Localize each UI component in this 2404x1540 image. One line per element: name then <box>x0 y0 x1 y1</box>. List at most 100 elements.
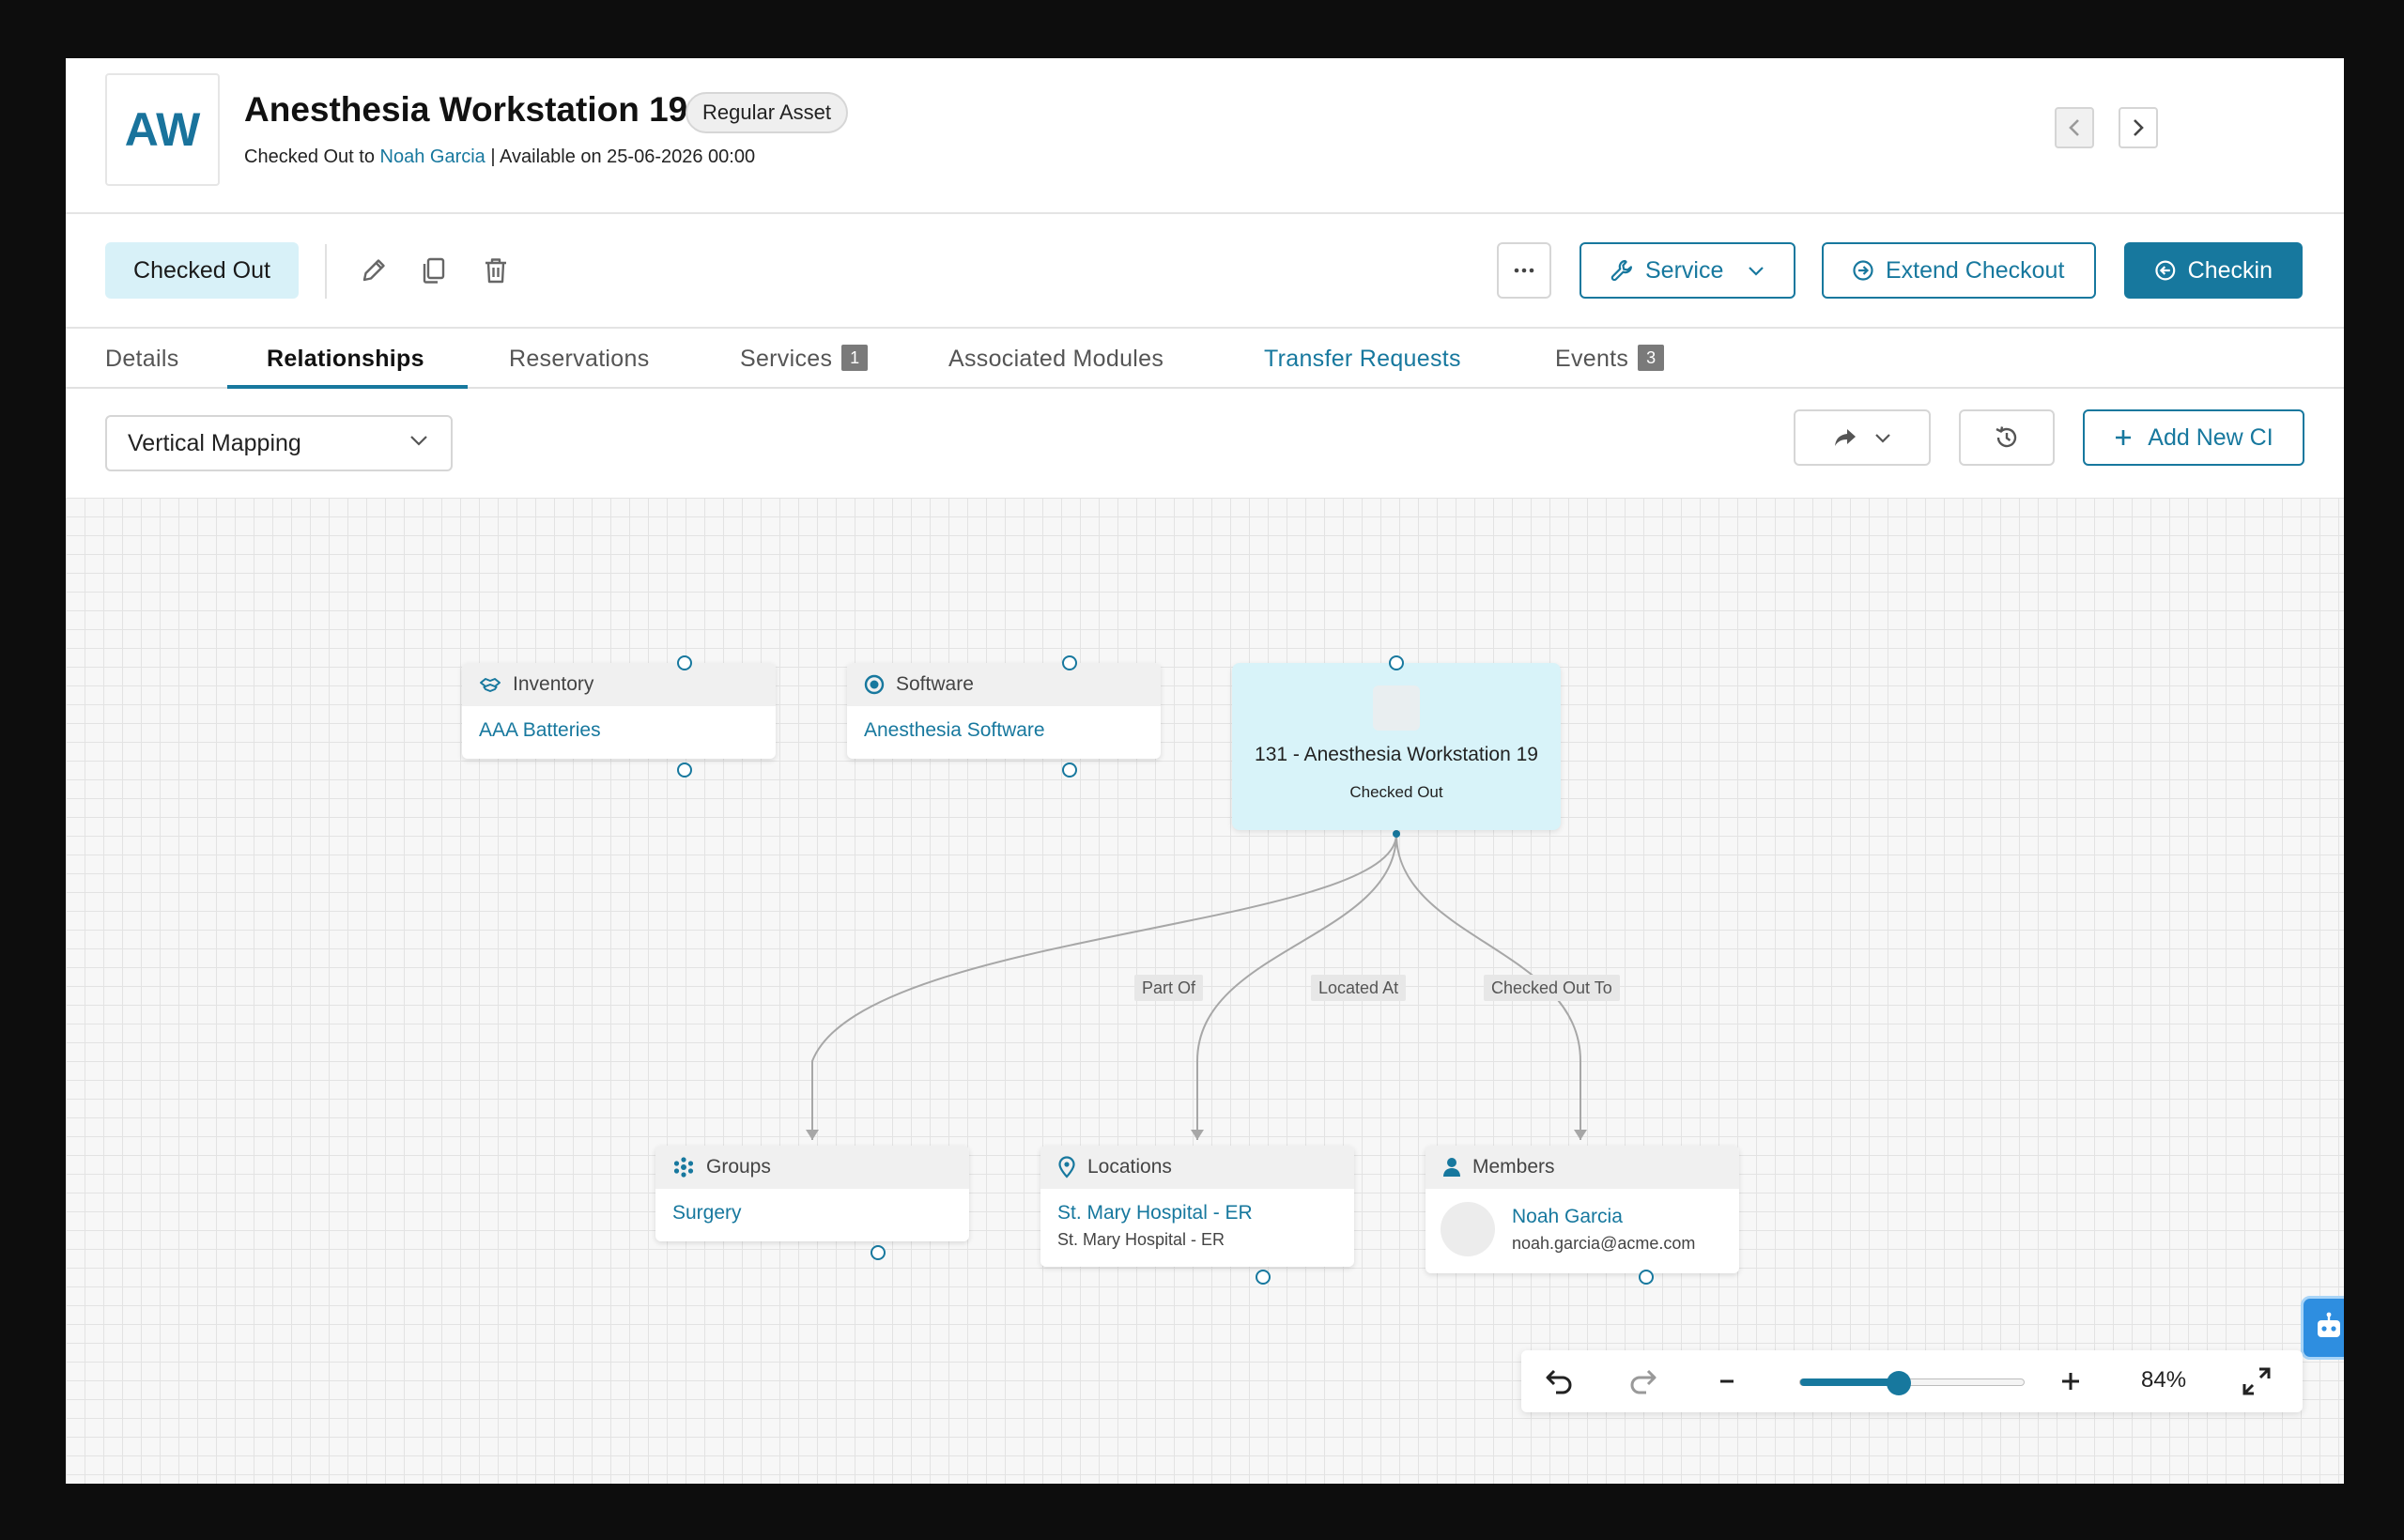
zoom-slider-thumb[interactable] <box>1886 1371 1911 1395</box>
service-label: Service <box>1645 256 1724 284</box>
members-node[interactable]: Members Noah Garcia noah.garcia@acme.com <box>1425 1146 1739 1273</box>
action-bar: Checked Out Service Extend Checkout Chec… <box>66 216 2344 329</box>
checked-out-user-link[interactable]: Noah Garcia <box>380 146 485 167</box>
zoom-controls: 84% <box>1521 1350 2303 1412</box>
member-name-link[interactable]: Noah Garcia <box>1512 1206 1695 1228</box>
tab-label: Services <box>740 346 833 372</box>
software-node[interactable]: Software Anesthesia Software <box>847 663 1161 759</box>
service-dropdown-button[interactable]: Service <box>1580 242 1795 299</box>
zoom-level-text: 84% <box>2141 1367 2187 1393</box>
edit-button[interactable] <box>353 250 394 291</box>
share-arrow-icon <box>1835 429 1856 446</box>
software-item-link[interactable]: Anesthesia Software <box>864 719 1144 742</box>
tab-reservations[interactable]: Reservations <box>509 331 650 389</box>
asset-avatar: AW <box>105 73 220 186</box>
extend-checkout-button[interactable]: Extend Checkout <box>1822 242 2096 299</box>
avatar <box>1441 1202 1495 1256</box>
fit-view-button[interactable] <box>2235 1360 2278 1403</box>
app-window: AW Anesthesia Workstation 19 Regular Ass… <box>66 58 2344 1484</box>
groups-icon <box>673 1157 694 1178</box>
member-email: noah.garcia@acme.com <box>1512 1233 1696 1253</box>
asset-header: AW Anesthesia Workstation 19 Regular Ass… <box>66 58 2344 214</box>
location-subtitle: St. Mary Hospital - ER <box>1057 1230 1225 1249</box>
tab-bar: Details Relationships Reservations Servi… <box>66 331 2344 389</box>
asset-node-status: Checked Out <box>1349 783 1443 801</box>
inventory-item-link[interactable]: AAA Batteries <box>479 719 759 742</box>
zoom-slider[interactable] <box>1799 1371 2025 1395</box>
next-asset-button[interactable] <box>2119 107 2158 148</box>
tab-relationships[interactable]: Relationships <box>227 331 468 389</box>
zoom-out-button[interactable] <box>1705 1360 1749 1403</box>
inventory-icon <box>480 678 501 692</box>
connection-handle[interactable] <box>1062 655 1077 670</box>
export-share-button[interactable] <box>1794 409 1931 466</box>
copy-icon <box>423 257 445 284</box>
assistant-bot-button[interactable] <box>2301 1296 2344 1360</box>
connection-handle[interactable] <box>1062 762 1077 778</box>
tab-transfer-requests[interactable]: Transfer Requests <box>1264 331 1461 389</box>
checkin-button[interactable]: Checkin <box>2124 242 2303 299</box>
robot-icon <box>2318 1312 2340 1337</box>
tab-services[interactable]: Services 1 <box>740 331 869 389</box>
tab-label: Events <box>1555 346 1629 372</box>
status-chip: Checked Out <box>105 242 299 299</box>
ellipsis-icon <box>1514 268 1534 273</box>
previous-asset-button[interactable] <box>2055 107 2094 148</box>
relationship-canvas[interactable]: Inventory AAA Batteries Software Anesthe… <box>66 498 2344 1484</box>
connection-handle[interactable] <box>1639 1270 1654 1285</box>
checkin-label: Checkin <box>2187 256 2273 284</box>
node-type-label: Software <box>896 673 974 695</box>
redo-icon <box>1630 1369 1657 1394</box>
page-title: Anesthesia Workstation 19 <box>244 90 688 129</box>
tab-details[interactable]: Details <box>105 331 179 389</box>
group-item-link[interactable]: Surgery <box>672 1202 952 1224</box>
edge-part-of <box>811 833 1397 1140</box>
user-icon <box>1443 1158 1460 1177</box>
extend-checkout-label: Extend Checkout <box>1886 256 2065 284</box>
tab-label: Transfer Requests <box>1264 346 1461 372</box>
plus-icon <box>2062 1373 2079 1390</box>
location-pin-icon <box>1058 1156 1075 1178</box>
node-type-label: Members <box>1472 1156 1555 1178</box>
groups-node[interactable]: Groups Surgery <box>655 1146 969 1241</box>
count-badge: 1 <box>841 345 869 371</box>
connection-handle[interactable] <box>1389 655 1404 670</box>
chevron-left-icon <box>2069 119 2079 136</box>
asset-image-placeholder <box>1373 685 1420 731</box>
history-icon <box>1996 426 2017 448</box>
edge-label-part-of: Part Of <box>1134 975 1204 1001</box>
divider <box>325 244 327 299</box>
connection-handle[interactable] <box>677 762 692 778</box>
tab-associated-modules[interactable]: Associated Modules <box>948 331 1163 389</box>
tab-label: Relationships <box>267 346 424 372</box>
more-actions-button[interactable] <box>1497 242 1551 299</box>
connection-handle[interactable] <box>1256 1270 1271 1285</box>
connection-handle[interactable] <box>677 655 692 670</box>
node-type-label: Locations <box>1087 1156 1172 1178</box>
node-header: Inventory <box>462 663 776 706</box>
mapping-select[interactable]: Vertical Mapping <box>105 415 453 471</box>
availability-text: | Available on 25-06-2026 00:00 <box>490 146 756 167</box>
trash-icon <box>485 258 506 284</box>
mapping-value: Vertical Mapping <box>128 430 301 456</box>
zoom-in-button[interactable] <box>2049 1360 2092 1403</box>
tab-events[interactable]: Events 3 <box>1555 331 1665 389</box>
current-asset-node[interactable]: 131 - Anesthesia Workstation 19 Checked … <box>1232 663 1561 830</box>
chevron-down-icon <box>1875 434 1890 443</box>
locations-node[interactable]: Locations St. Mary Hospital - ER St. Mar… <box>1040 1146 1354 1267</box>
add-new-ci-button[interactable]: Add New CI <box>2083 409 2304 466</box>
connection-handle[interactable] <box>871 1245 886 1260</box>
minus-icon <box>1720 1379 1734 1383</box>
duplicate-button[interactable] <box>413 250 455 291</box>
checkout-prefix: Checked Out to <box>244 146 375 167</box>
redo-button[interactable] <box>1621 1360 1664 1403</box>
software-icon <box>864 674 885 695</box>
delete-button[interactable] <box>475 250 516 291</box>
edge-label-checked-out-to: Checked Out To <box>1484 975 1620 1001</box>
history-button[interactable] <box>1959 409 2055 466</box>
location-item-link[interactable]: St. Mary Hospital - ER <box>1057 1202 1337 1224</box>
undo-button[interactable] <box>1538 1360 1581 1403</box>
inventory-node[interactable]: Inventory AAA Batteries <box>462 663 776 759</box>
node-header: Software <box>847 663 1161 706</box>
arrow-circle-left-icon <box>2155 260 2176 281</box>
